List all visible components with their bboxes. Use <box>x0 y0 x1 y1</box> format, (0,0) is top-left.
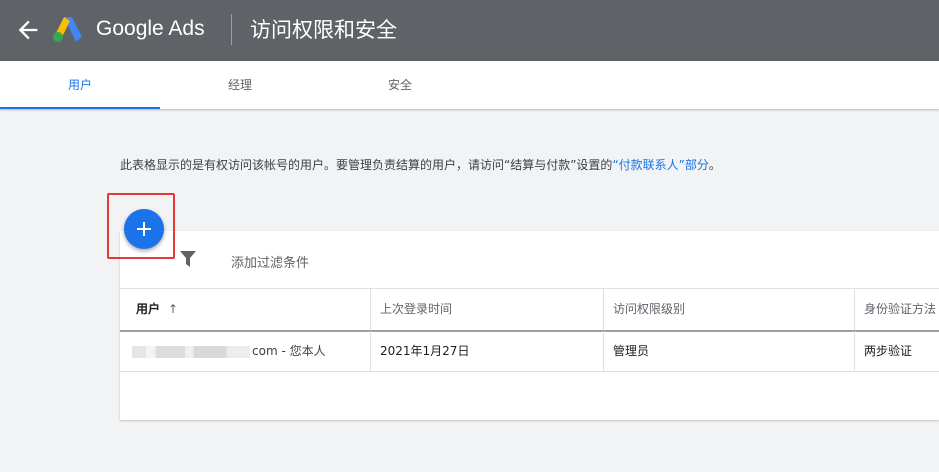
column-header-last-login[interactable]: 上次登录时间 <box>370 289 603 330</box>
tab-bar: 用户 经理 安全 <box>0 61 939 109</box>
page-title: 访问权限和安全 <box>250 18 397 42</box>
sort-ascending-icon[interactable]: ↑ <box>168 289 178 330</box>
brand-name: Google Ads <box>96 17 205 40</box>
redacted-email <box>132 345 250 358</box>
tab-users[interactable]: 用户 <box>0 61 160 109</box>
description-text: 此表格显示的是有权访问该帐号的用户。要管理负责结算的用户，请访问“结算与付款”设… <box>120 158 613 172</box>
table-row[interactable]: com - 您本人 2021年1月27日 管理员 两步验证 <box>120 331 939 372</box>
cell-user: com - 您本人 <box>120 331 370 371</box>
payment-contacts-link[interactable]: “付款联系人”部分 <box>612 158 708 172</box>
table-header: 用户 ↑ 上次登录时间 访问权限级别 身份验证方法 <box>120 288 939 332</box>
column-header-label: 用户 <box>136 302 161 316</box>
app-bar: Google Ads 访问权限和安全 <box>0 0 939 61</box>
tab-security[interactable]: 安全 <box>320 61 480 109</box>
page-description: 此表格显示的是有权访问该帐号的用户。要管理负责结算的用户，请访问“结算与付款”设… <box>120 156 721 173</box>
cell-auth-method: 两步验证 <box>854 331 939 371</box>
google-ads-logo-icon <box>53 17 82 42</box>
user-email-suffix: com - 您本人 <box>252 344 326 358</box>
highlight-box <box>107 193 175 259</box>
description-suffix: 。 <box>708 158 721 172</box>
back-arrow-icon[interactable] <box>14 16 42 44</box>
column-header-auth-method[interactable]: 身份验证方法 <box>854 289 939 330</box>
cell-access-level: 管理员 <box>603 331 854 371</box>
column-header-user[interactable]: 用户 ↑ <box>120 289 370 330</box>
filter-icon[interactable] <box>180 251 196 267</box>
users-table-card: 添加过滤条件 用户 ↑ 上次登录时间 访问权限级别 身份验证方法 com - 您本… <box>120 231 939 420</box>
column-header-access-level[interactable]: 访问权限级别 <box>603 289 854 330</box>
add-filter-button[interactable]: 添加过滤条件 <box>231 252 309 271</box>
tab-managers[interactable]: 经理 <box>160 61 320 109</box>
header-divider <box>231 14 232 45</box>
cell-last-login: 2021年1月27日 <box>370 331 603 371</box>
